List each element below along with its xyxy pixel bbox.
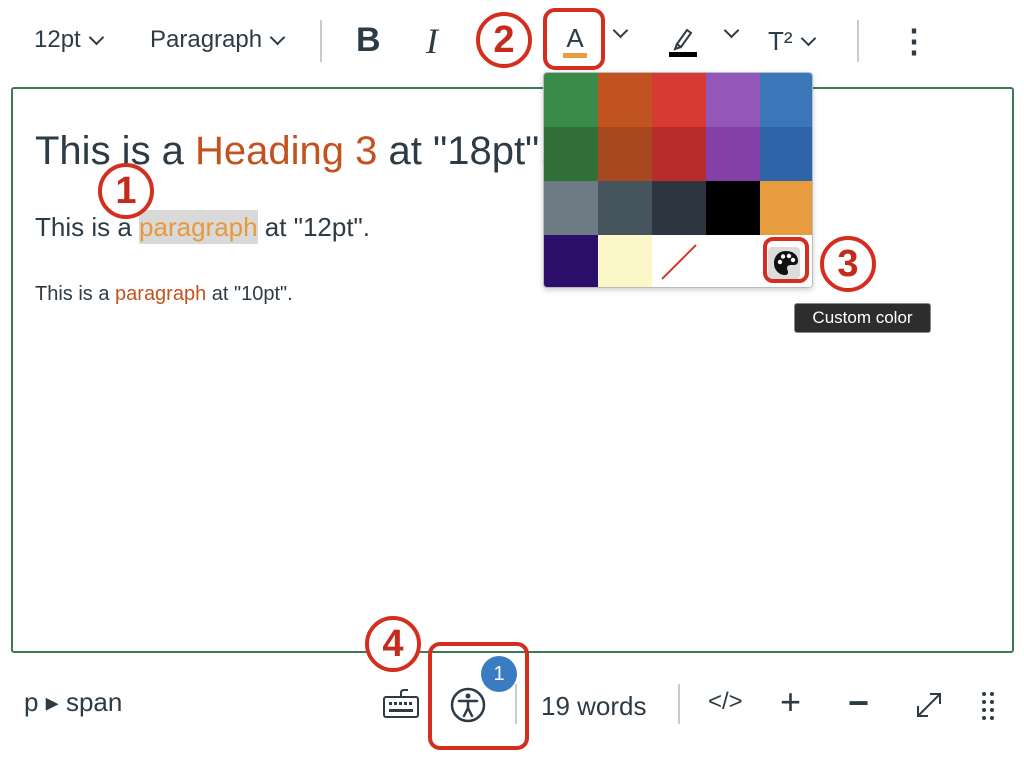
color-swatch-dark-purple[interactable] [706, 127, 760, 181]
rich-text-editor[interactable]: This is a Heading 3 at "18pt". This is a… [11, 87, 1014, 653]
superscript-dropdown[interactable]: T² [768, 26, 816, 57]
paragraph-colored-text: paragraph [115, 283, 207, 305]
chevron-down-icon [800, 30, 816, 47]
superscript-label: T² [768, 26, 793, 56]
color-swatch-amber[interactable] [760, 181, 812, 235]
annotation-highlight-text-color [543, 8, 605, 70]
annotation-3: 3 [820, 236, 876, 292]
annotation-highlight-custom-color [763, 237, 809, 283]
color-swatch-charcoal[interactable] [652, 181, 706, 235]
status-divider [515, 684, 517, 724]
highlight-color-dropdown[interactable] [716, 22, 740, 39]
resize-handle[interactable] [980, 690, 996, 722]
heading-colored-text: Heading 3 [195, 129, 378, 173]
bold-button[interactable]: B [356, 21, 381, 60]
annotation-2: 2 [476, 12, 532, 68]
decrease-size-button[interactable]: − [848, 682, 869, 724]
color-swatch-dark-green[interactable] [544, 127, 598, 181]
drag-handle-icon [982, 692, 994, 720]
color-swatch-red[interactable] [652, 73, 706, 127]
keyboard-icon [383, 689, 419, 718]
toolbar-divider [857, 20, 859, 62]
block-format-label: Paragraph [150, 26, 263, 53]
block-format-dropdown[interactable]: Paragraph [150, 26, 286, 54]
chevron-down-icon [612, 22, 629, 39]
annotation-1: 1 [98, 163, 154, 219]
font-size-label: 12pt [34, 26, 81, 53]
highlighter-icon [669, 28, 697, 57]
custom-color-tooltip: Custom color [794, 303, 931, 333]
chevron-down-icon [269, 29, 286, 45]
color-swatch-orange[interactable] [598, 73, 652, 127]
chevron-down-icon [723, 22, 740, 39]
color-swatch-dark-orange[interactable] [598, 127, 652, 181]
color-swatch-cream[interactable] [598, 235, 652, 287]
more-options-button[interactable]: ⋮ [898, 22, 930, 60]
color-swatch-purple[interactable] [706, 73, 760, 127]
color-swatch-dark-red[interactable] [652, 127, 706, 181]
text-color-dropdown[interactable] [605, 22, 629, 39]
word-count[interactable]: 19 words [541, 691, 647, 722]
paragraph-12pt-line: This is a paragraph at "12pt". [35, 210, 370, 244]
color-swatch-dark-blue[interactable] [760, 127, 812, 181]
keyboard-shortcuts-button[interactable] [382, 687, 420, 721]
color-swatch-slate[interactable] [598, 181, 652, 235]
bold-label: B [356, 21, 381, 59]
color-swatch-white[interactable] [706, 235, 760, 287]
font-size-dropdown[interactable]: 12pt [34, 26, 104, 54]
increase-size-button[interactable]: + [780, 681, 801, 723]
color-swatch-green[interactable] [544, 73, 598, 127]
chevron-down-icon [88, 29, 104, 45]
element-path[interactable]: p ▸ span [24, 687, 122, 718]
annotation-highlight-accessibility [428, 642, 529, 750]
toolbar-divider [320, 20, 322, 62]
color-swatch-indigo[interactable] [544, 235, 598, 287]
italic-button[interactable]: I [426, 20, 438, 62]
fullscreen-button[interactable] [914, 690, 944, 720]
status-divider [678, 684, 680, 724]
color-swatch-gray[interactable] [544, 181, 598, 235]
selected-text: paragraph [139, 210, 258, 244]
annotation-4: 4 [365, 616, 421, 672]
paragraph-10pt-line: This is a paragraph at "10pt". [35, 283, 293, 305]
more-options-icon: ⋮ [898, 23, 930, 59]
color-swatch-blue[interactable] [760, 73, 812, 127]
no-color-swatch[interactable] [652, 235, 706, 287]
color-swatch-black[interactable] [706, 181, 760, 235]
html-editor-button[interactable]: </> [708, 688, 743, 716]
expand-icon [917, 693, 941, 717]
italic-label: I [426, 21, 438, 61]
highlight-color-button[interactable] [668, 24, 698, 58]
no-color-slash-icon [661, 244, 697, 280]
